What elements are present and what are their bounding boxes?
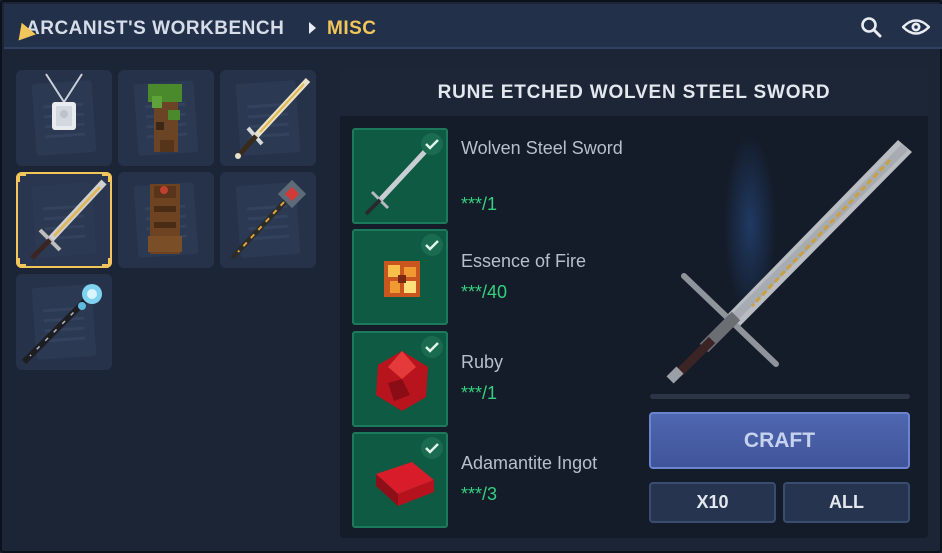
breadcrumb-root[interactable]: ARCANIST'S WORKBENCH: [26, 18, 284, 40]
check-icon: [421, 234, 443, 256]
ingredient-qty: ***/40: [461, 282, 508, 302]
breadcrumb-current: MISC: [327, 18, 377, 39]
check-icon: [421, 133, 443, 155]
ingredient-qty: ***/1: [461, 194, 498, 214]
craft-progress-bar: [650, 394, 910, 399]
grid-item-mossy-wood-totem[interactable]: [118, 70, 214, 166]
grid-item-gold-sword[interactable]: [220, 70, 316, 166]
craft-x10-button[interactable]: X10: [649, 482, 776, 523]
ingredient-slot[interactable]: [352, 229, 448, 325]
grid-item-necklace[interactable]: [16, 70, 112, 166]
grid-item-ice-staff[interactable]: [16, 274, 112, 370]
grid-item-rune-sword[interactable]: [16, 172, 112, 268]
selection-corner: [102, 172, 112, 182]
ice-staff-icon: [21, 284, 102, 365]
ingredient-qty: ***/1: [461, 383, 498, 403]
rune-sword-preview-icon: [666, 135, 912, 384]
workbench-window: ARCANIST'S WORKBENCH MISC RUNE ETCHED WO…: [0, 0, 942, 553]
ingredient-name: Essence of Fire: [461, 251, 587, 271]
grid-item-wood-totem[interactable]: [118, 172, 214, 268]
ingredient-name: Ruby: [461, 352, 504, 372]
check-icon: [421, 437, 443, 459]
search-icon[interactable]: [860, 16, 882, 38]
mossy-totem-icon: [148, 84, 182, 152]
ingredient-slot[interactable]: [352, 331, 448, 427]
craft-button[interactable]: CRAFT: [649, 412, 910, 469]
ingredient-name: Adamantite Ingot: [461, 453, 598, 473]
ingredient-slot[interactable]: [352, 128, 448, 224]
selection-corner: [16, 258, 26, 268]
recipe-title-bar: RUNE ETCHED WOLVEN STEEL SWORD: [340, 70, 928, 116]
ingredient-qty: ***/3: [461, 484, 498, 504]
recipe-title: RUNE ETCHED WOLVEN STEEL SWORD: [437, 82, 831, 103]
selection-corner: [16, 172, 26, 182]
gold-sword-icon: [235, 77, 311, 159]
selection-corner: [102, 258, 112, 268]
eye-icon[interactable]: [902, 17, 930, 37]
mouse-cursor-icon: [18, 22, 38, 44]
ingredient-slot[interactable]: [352, 432, 448, 528]
necklace-icon: [45, 73, 83, 130]
craft-all-button[interactable]: ALL: [783, 482, 910, 523]
ingredient-name: Wolven Steel Sword: [461, 138, 623, 158]
breadcrumb-separator-icon: [309, 22, 316, 34]
grid-item-ruby-staff[interactable]: [220, 172, 316, 268]
rune-sword-icon: [30, 179, 107, 260]
check-icon: [421, 336, 443, 358]
header-bar: ARCANIST'S WORKBENCH MISC: [4, 4, 942, 49]
recipe-panel: RUNE ETCHED WOLVEN STEEL SWORD Wolven St…: [340, 70, 928, 538]
wood-totem-icon: [148, 184, 182, 254]
ruby-staff-icon: [230, 179, 307, 260]
